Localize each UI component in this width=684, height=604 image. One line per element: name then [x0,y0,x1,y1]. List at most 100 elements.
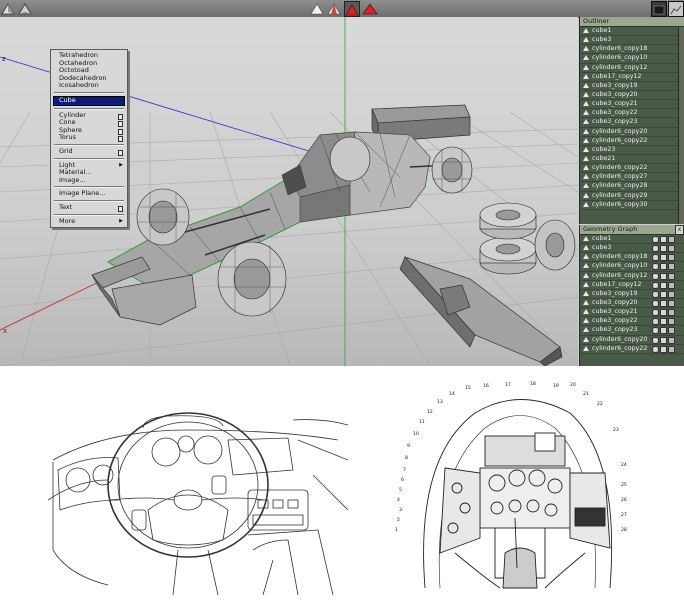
geometry-graph-row[interactable]: cylinder6_copy10 [580,262,684,272]
outliner-row[interactable]: cube3_copy23 [580,118,684,128]
lock-icon[interactable] [660,318,667,326]
lock-icon[interactable] [660,336,667,344]
geometry-graph-row[interactable]: cube3_copy19 [580,290,684,299]
geometry-graph-row[interactable]: cylinder6_copy18 [580,253,684,263]
outliner-row[interactable]: cylinder6_copy28 [580,182,684,192]
outliner-row[interactable]: cylinder6_copy29 [580,192,684,201]
render-icon[interactable] [668,318,675,326]
view-cone-red-icon[interactable] [362,1,378,15]
render-icon[interactable] [668,245,675,253]
render-icon[interactable] [668,299,675,307]
graph-view-icon[interactable] [668,1,684,17]
menu-item-torus[interactable]: Torus [51,134,127,143]
menu-item-image-plane[interactable]: Image Plane... [51,190,127,198]
lock-icon[interactable] [660,263,667,271]
menu-item-more[interactable]: More ▶ [51,217,127,226]
view-cone-white-icon[interactable] [310,1,324,15]
outliner-row[interactable]: cylinder6_copy22 [580,164,684,174]
lock-icon[interactable] [660,299,667,307]
outliner-row[interactable]: cylinder6_copy10 [580,54,684,64]
render-icon[interactable] [668,281,675,289]
render-icon[interactable] [668,290,675,298]
geometry-graph-row[interactable]: cube3 [580,244,684,254]
lock-icon[interactable] [660,245,667,253]
geometry-graph-row[interactable]: cylinder6_copy22 [580,345,684,354]
outliner-row[interactable]: cylinder6_copy27 [580,173,684,183]
outliner-row[interactable]: cylinder6_copy30 [580,201,684,210]
render-icon[interactable] [668,327,675,335]
geometry-graph-row[interactable]: cube3_copy20 [580,299,684,309]
outliner-row[interactable]: cylinder6_copy22 [580,137,684,146]
geometry-graph-row[interactable]: cube17_copy12 [580,281,684,290]
visibility-eye-icon[interactable] [652,327,659,335]
visibility-eye-icon[interactable] [652,272,659,280]
render-icon[interactable] [668,309,675,317]
option-box-icon[interactable] [118,136,123,143]
visibility-eye-icon[interactable] [652,281,659,289]
outliner-row[interactable]: cube3_copy20 [580,91,684,101]
3d-viewport[interactable]: z x Tetrahedron Octahedron Octotoad Dode… [0,17,578,366]
lock-icon[interactable] [660,272,667,280]
outliner-scrollbar[interactable] [678,27,684,224]
visibility-eye-icon[interactable] [652,236,659,243]
render-icon[interactable] [668,263,675,271]
visibility-eye-icon[interactable] [652,336,659,344]
option-box-icon[interactable] [118,149,123,156]
menu-item-cube[interactable]: Cube [53,95,125,106]
geometry-graph-row[interactable]: cube3_copy21 [580,308,684,318]
lock-icon[interactable] [660,236,667,243]
outliner-row[interactable]: cube17_copy12 [580,73,684,82]
visibility-eye-icon[interactable] [652,263,659,271]
render-icon[interactable] [668,272,675,280]
visibility-eye-icon[interactable] [652,309,659,317]
outliner-row[interactable]: cylinder6_copy18 [580,45,684,55]
outliner-row[interactable]: cube3_copy19 [580,82,684,91]
option-box-icon[interactable] [118,205,123,212]
layout-icon[interactable] [651,1,667,17]
pyramid-view-icon[interactable] [18,1,32,15]
lock-icon[interactable] [660,254,667,262]
visibility-eye-icon[interactable] [652,299,659,307]
tire-stack-model[interactable] [479,202,576,275]
outliner-row[interactable]: cube3 [580,36,684,46]
render-icon[interactable] [668,254,675,262]
pyramid-tool-icon[interactable] [1,1,15,15]
geometry-graph-list[interactable]: cube1 cube3 cylinder6_copy18 cylinder6_copy… [580,235,684,354]
geometry-graph-panel[interactable]: Geometry Graph x cube1 cube3 cylinder6_copy… [579,225,684,366]
render-icon[interactable] [668,336,675,344]
menu-item-icosahedron[interactable]: Icosahedron [51,82,127,90]
geometry-graph-row[interactable]: cylinder6_copy12 [580,272,684,281]
visibility-eye-icon[interactable] [652,290,659,298]
lock-icon[interactable] [660,281,667,289]
lock-icon[interactable] [660,327,667,335]
menu-item-image[interactable]: Image... [51,176,127,185]
visibility-eye-icon[interactable] [652,245,659,253]
create-context-menu[interactable]: Tetrahedron Octahedron Octotoad Dodecahedro… [50,49,128,229]
outliner-row[interactable]: cube3_copy22 [580,109,684,119]
outliner-row[interactable]: cube23 [580,146,684,155]
detached-wing-model[interactable] [399,256,563,366]
render-icon[interactable] [668,345,675,353]
outliner-row[interactable]: cylinder6_copy20 [580,128,684,137]
outliner-row[interactable]: cylinder6_copy12 [580,64,684,73]
outliner-row[interactable]: cube1 [580,27,684,37]
geometry-graph-row[interactable]: cylinder6_copy20 [580,336,684,345]
geometry-graph-row[interactable]: cube1 [580,235,684,245]
outliner-list[interactable]: cube1 cube3 cylinder6_copy18 cylinder6_copy… [580,27,684,210]
lock-icon[interactable] [660,345,667,353]
visibility-eye-icon[interactable] [652,318,659,326]
outliner-row[interactable]: cube21 [580,155,684,165]
menu-item-grid[interactable]: Grid [51,147,127,156]
render-icon[interactable] [668,236,675,243]
geometry-graph-row[interactable]: cube3_copy23 [580,326,684,336]
view-cone-white-2-icon[interactable] [327,1,341,15]
visibility-eye-icon[interactable] [652,254,659,262]
outliner-panel[interactable]: Outliner cube1 cube3 cylinder6_copy18 cylin… [579,17,684,224]
outliner-row[interactable]: cube3_copy21 [580,100,684,110]
view-cone-red-active-icon[interactable] [344,1,360,17]
geometry-graph-row[interactable]: cube3_copy22 [580,317,684,327]
close-icon[interactable]: x [675,225,684,235]
menu-item-text[interactable]: Text [51,203,127,212]
lock-icon[interactable] [660,309,667,317]
lock-icon[interactable] [660,290,667,298]
